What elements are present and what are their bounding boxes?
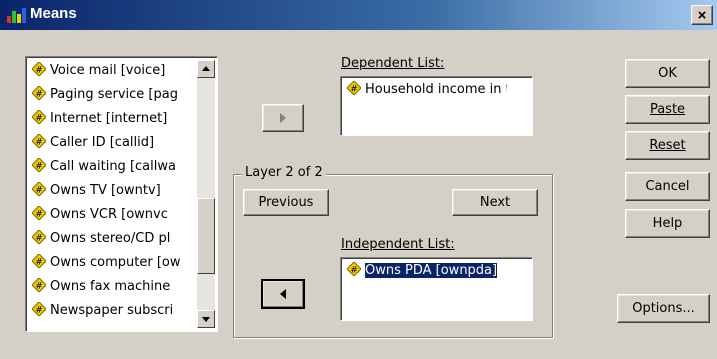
list-item-label: Newspaper subscri (50, 303, 174, 318)
move-to-dependent-button[interactable] (262, 104, 304, 132)
svg-text:#: # (35, 282, 43, 292)
list-item[interactable]: # Call waiting [callwa (32, 158, 192, 181)
options-button[interactable]: Options... (617, 294, 710, 323)
close-icon: × (697, 7, 707, 24)
list-item-label: Caller ID [callid] (50, 135, 155, 150)
list-item-label: Owns computer [ow (50, 255, 181, 270)
previous-button[interactable]: Previous (243, 189, 329, 216)
dependent-list-label: Dependent List: (341, 56, 444, 71)
scale-variable-icon: # (32, 206, 46, 220)
paste-button-label: Paste (649, 102, 686, 117)
independent-list[interactable]: # Owns PDA [ownpda] (340, 257, 533, 321)
options-button-label: Options... (632, 301, 695, 316)
dependent-list-label-text: Dependent List: (341, 56, 445, 71)
scale-variable-icon: # (32, 254, 46, 268)
independent-list-label-text: Independent List: (341, 237, 455, 252)
scroll-down-button[interactable] (197, 310, 215, 328)
reset-button[interactable]: Reset (625, 131, 710, 160)
list-item[interactable]: # Voice mail [voice] (32, 62, 192, 85)
paste-button[interactable]: Paste (625, 95, 710, 124)
svg-text:#: # (350, 266, 358, 276)
list-item[interactable]: # Owns fax machine (32, 278, 192, 301)
scale-variable-icon: # (32, 182, 46, 196)
svg-text:#: # (35, 258, 43, 268)
help-button-label: Help (652, 216, 683, 231)
svg-text:#: # (35, 306, 43, 316)
arrow-right-icon (280, 113, 286, 123)
previous-button-label: Previous (258, 195, 314, 210)
svg-text:#: # (35, 162, 43, 172)
cancel-button-label: Cancel (645, 179, 690, 194)
scale-variable-icon: # (347, 262, 361, 276)
scroll-up-button[interactable] (197, 60, 215, 78)
list-item-label: Owns fax machine (50, 279, 171, 294)
list-item-label: Call waiting [callwa (50, 159, 176, 174)
svg-text:#: # (35, 90, 43, 100)
list-item-label: Internet [internet] (50, 111, 168, 126)
list-item-label: Voice mail [voice] (50, 63, 166, 78)
scale-variable-icon: # (32, 62, 46, 76)
source-variable-list[interactable]: # Voice mail [voice] # Paging service [pag #… (25, 56, 218, 332)
svg-text:#: # (35, 186, 43, 196)
list-item-label: Owns VCR [ownvc (50, 207, 168, 222)
scale-variable-icon: # (32, 158, 46, 172)
list-item[interactable]: # Owns VCR [ownvc (32, 206, 192, 229)
arrow-down-icon (202, 317, 210, 322)
list-item-label: Household income in tl (365, 82, 507, 97)
scale-variable-icon: # (32, 86, 46, 100)
app-icon (7, 8, 26, 23)
svg-text:#: # (35, 210, 43, 220)
title-bar[interactable]: Means × (0, 0, 717, 30)
layer-label: Layer 2 of 2 (242, 165, 326, 180)
list-item[interactable]: # Internet [internet] (32, 110, 192, 133)
scroll-thumb[interactable] (197, 198, 215, 274)
list-item-label: Paging service [pag (50, 87, 178, 102)
next-button-label: Next (479, 195, 511, 210)
scale-variable-icon: # (32, 134, 46, 148)
list-item-label: Owns stereo/CD pl (50, 231, 171, 246)
list-item[interactable]: # Household income in tl (347, 81, 507, 104)
list-item[interactable]: # Owns TV [owntv] (32, 182, 192, 205)
list-item[interactable]: # Paging service [pag (32, 86, 192, 109)
scale-variable-icon: # (32, 230, 46, 244)
svg-text:#: # (35, 138, 43, 148)
help-button[interactable]: Help (625, 209, 710, 238)
list-item[interactable]: # Owns computer [ow (32, 254, 192, 277)
source-list-scrollbar[interactable] (197, 60, 215, 328)
scale-variable-icon: # (32, 302, 46, 316)
window-title: Means (30, 5, 77, 22)
list-item[interactable]: # Newspaper subscri (32, 302, 192, 325)
svg-text:#: # (35, 234, 43, 244)
dependent-list[interactable]: # Household income in tl (340, 76, 533, 136)
means-dialog: Means × # Voice mail [voice] # Paging servi… (0, 0, 717, 359)
cancel-button[interactable]: Cancel (625, 172, 710, 201)
arrow-left-icon (280, 289, 286, 299)
svg-text:#: # (35, 66, 43, 76)
list-item[interactable]: # Caller ID [callid] (32, 134, 192, 157)
svg-text:#: # (350, 85, 358, 95)
reset-button-label: Reset (649, 138, 686, 153)
ok-button[interactable]: OK (625, 59, 710, 88)
independent-list-label: Independent List: (341, 237, 455, 252)
move-to-independent-button[interactable] (261, 279, 305, 309)
list-item-label: Owns PDA [ownpda] (365, 263, 498, 278)
close-button[interactable]: × (691, 5, 713, 25)
scale-variable-icon: # (32, 110, 46, 124)
list-item[interactable]: # Owns PDA [ownpda] (347, 262, 507, 285)
list-item-label: Owns TV [owntv] (50, 183, 161, 198)
next-button[interactable]: Next (452, 189, 538, 216)
list-item[interactable]: # Owns stereo/CD pl (32, 230, 192, 253)
svg-text:#: # (35, 114, 43, 124)
scale-variable-icon: # (347, 81, 361, 95)
scale-variable-icon: # (32, 278, 46, 292)
arrow-up-icon (202, 66, 210, 71)
ok-button-label: OK (658, 66, 677, 81)
